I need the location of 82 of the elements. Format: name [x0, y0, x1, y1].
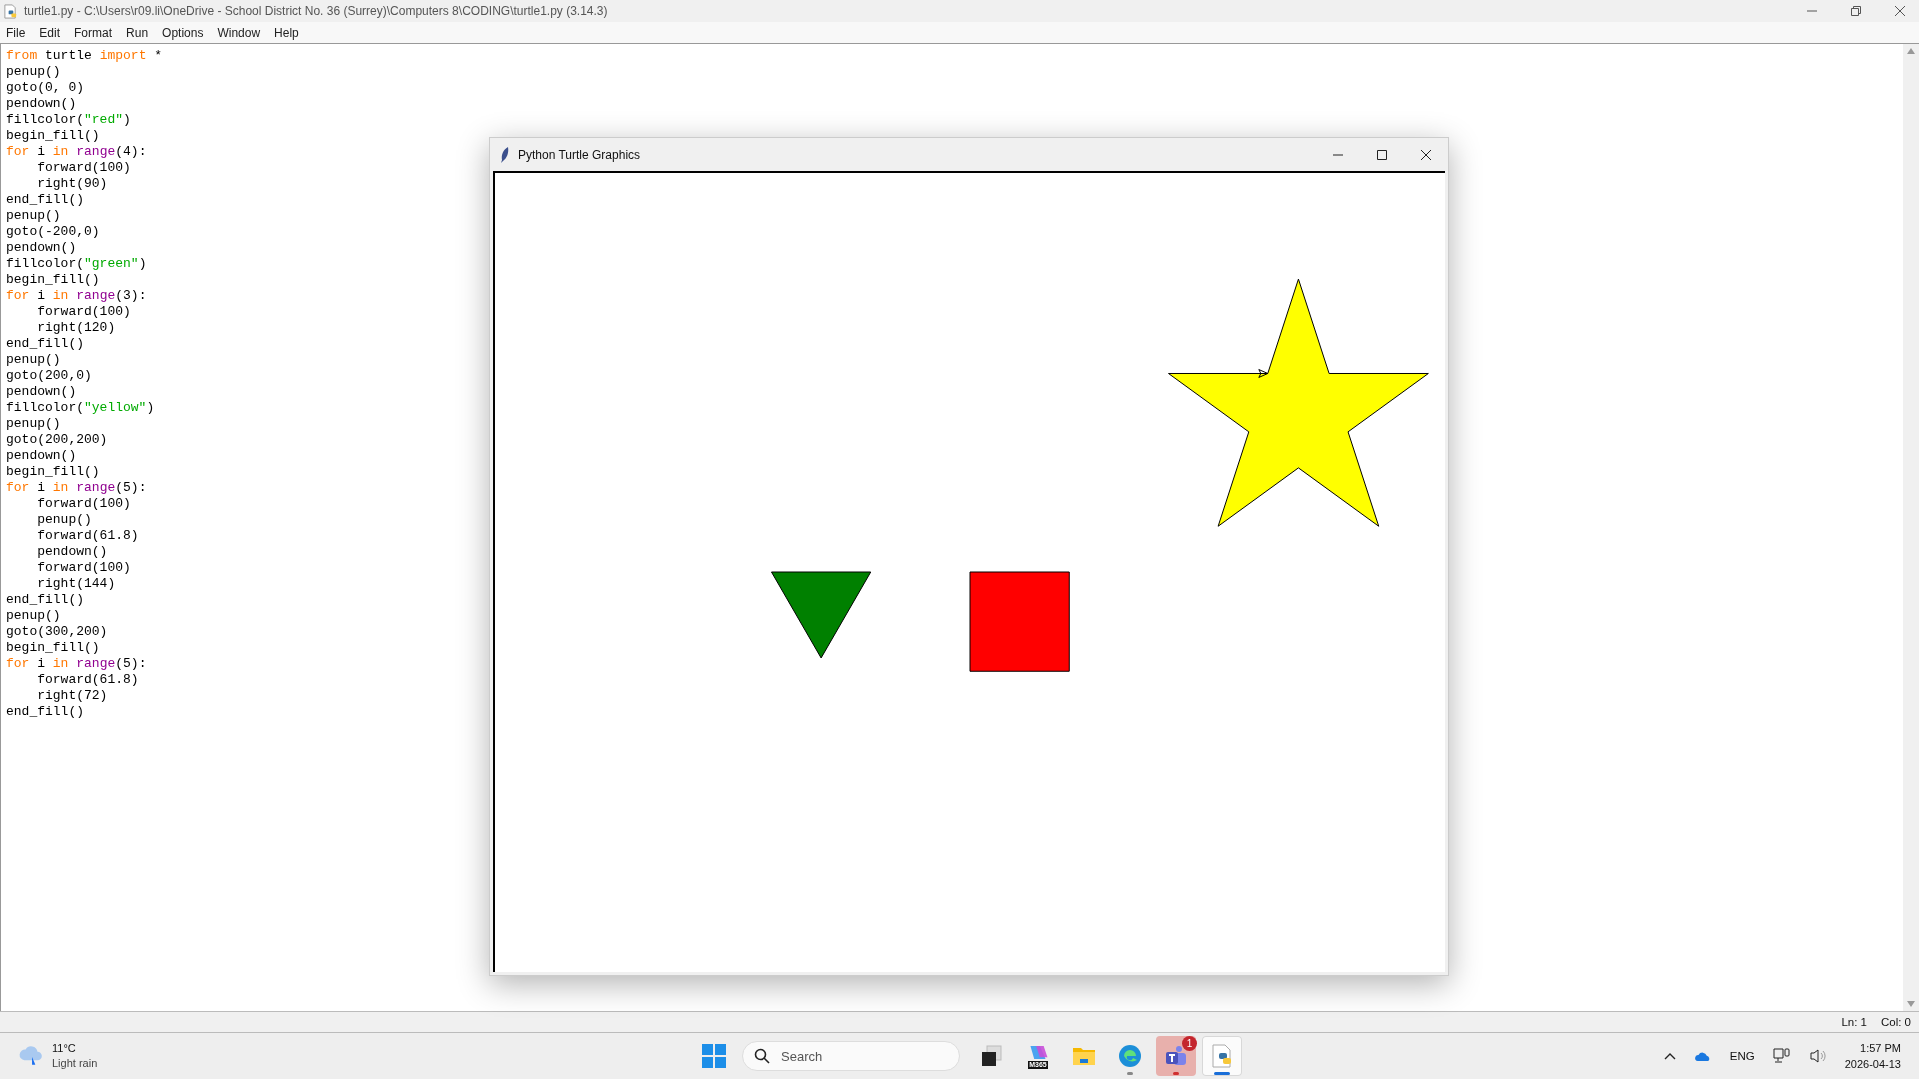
code-line: right(120) [36, 320, 116, 336]
code-line: begin_fill() [6, 128, 100, 144]
code-line: pendown() [6, 384, 77, 400]
menu-item[interactable]: Help [274, 25, 299, 40]
menu-item[interactable]: Options [162, 25, 204, 40]
code-line: forward(61.8) [36, 672, 139, 688]
column-number: Col: 0 [1880, 1016, 1911, 1028]
cloud-rain-icon[interactable] [18, 1045, 44, 1067]
close-icon[interactable] [1895, 6, 1905, 16]
maximize-icon[interactable] [1377, 149, 1387, 160]
code-line: penup() [36, 512, 92, 528]
code-line: right(144) [36, 576, 116, 592]
cloud-icon[interactable] [1693, 1050, 1712, 1062]
code-line: goto(200,0) [6, 368, 92, 384]
menu-item[interactable]: Run [126, 25, 149, 40]
menu-item[interactable]: Window [217, 25, 261, 40]
scroll-down-icon[interactable] [1907, 1001, 1915, 1007]
network-icon[interactable] [1772, 1048, 1791, 1064]
edge-icon [1118, 1044, 1142, 1068]
turtle-window-title: Python Turtle Graphics [518, 147, 641, 162]
code-line: forward(100) [36, 304, 131, 320]
notification-badge: 1 [1182, 1036, 1197, 1051]
menu-item[interactable]: Format [74, 25, 113, 40]
code-line: penup() [6, 608, 61, 624]
code-line: pendown() [36, 544, 108, 560]
task-view-icon [980, 1044, 1004, 1068]
python-file-icon [1210, 1044, 1234, 1068]
clock-date[interactable]: 2026-04-13 [1844, 1056, 1901, 1072]
code-line: fillcolor("yellow") [6, 400, 155, 416]
turtle-cursor-icon [1258, 369, 1269, 378]
menu-item[interactable]: Edit [39, 25, 61, 40]
code-line: goto(200,200) [6, 432, 108, 448]
python-file-icon [3, 3, 18, 19]
restore-icon[interactable] [1851, 6, 1861, 16]
code-line: for i in range(5): [6, 480, 147, 496]
code-line: right(72) [36, 688, 108, 704]
scrollbar[interactable] [1903, 44, 1919, 1011]
code-line: fillcolor("red") [6, 112, 131, 128]
feather-icon [500, 146, 510, 163]
code-line: penup() [6, 352, 61, 368]
code-line: for i in range(5): [6, 656, 147, 672]
temperature[interactable]: 11°C [52, 1041, 98, 1056]
volume-icon[interactable] [1808, 1048, 1827, 1064]
code-line: end_fill() [6, 336, 84, 352]
code-line: penup() [6, 64, 61, 80]
scroll-up-icon[interactable] [1907, 48, 1915, 54]
code-line: pendown() [6, 240, 77, 256]
line-number: Ln: 1 [1841, 1016, 1867, 1028]
chevron-up-icon[interactable] [1663, 1052, 1676, 1060]
code-line: right(90) [36, 176, 108, 192]
teams-icon [1164, 1044, 1188, 1068]
code-line: pendown() [6, 96, 77, 112]
code-line: penup() [6, 208, 61, 224]
window-title: turtle1.py - C:\Users\r09.li\OneDrive - School District No. 36 (Surrey)\Computers 8\CODING\turtle1.py (3.14.3) [24, 4, 608, 18]
search-icon[interactable] [754, 1048, 770, 1064]
menu-item[interactable]: File [6, 25, 26, 40]
code-line: forward(61.8) [36, 528, 139, 544]
code-line: for i in range(4): [6, 144, 147, 160]
windows-start-icon[interactable] [702, 1044, 726, 1068]
clock-time[interactable]: 1:57 PM [1860, 1040, 1901, 1056]
code-line: goto(300,200) [6, 624, 108, 640]
code-line: begin_fill() [6, 464, 100, 480]
code-line: goto(0, 0) [6, 80, 84, 96]
search-field[interactable]: Search [742, 1041, 960, 1071]
code-line: fillcolor("green") [6, 256, 147, 272]
code-line: end_fill() [6, 192, 84, 208]
close-icon[interactable] [1421, 149, 1431, 160]
code-line: pendown() [6, 448, 77, 464]
code-line: penup() [6, 416, 61, 432]
code-line: from turtle import * [6, 48, 163, 64]
code-line: begin_fill() [6, 640, 100, 656]
code-line: forward(100) [36, 160, 131, 176]
code-line: end_fill() [6, 592, 84, 608]
code-line: goto(-200,0) [6, 224, 100, 240]
weather-condition[interactable]: Light rain [52, 1056, 98, 1071]
language-indicator[interactable]: ENG [1729, 1050, 1755, 1062]
code-line: forward(100) [36, 560, 131, 576]
code-line: forward(100) [36, 496, 131, 512]
taskbar-app-button[interactable]: 1 [1156, 1036, 1196, 1076]
code-line: for i in range(3): [6, 288, 147, 304]
code-line: begin_fill() [6, 272, 100, 288]
code-line: end_fill() [6, 704, 84, 720]
